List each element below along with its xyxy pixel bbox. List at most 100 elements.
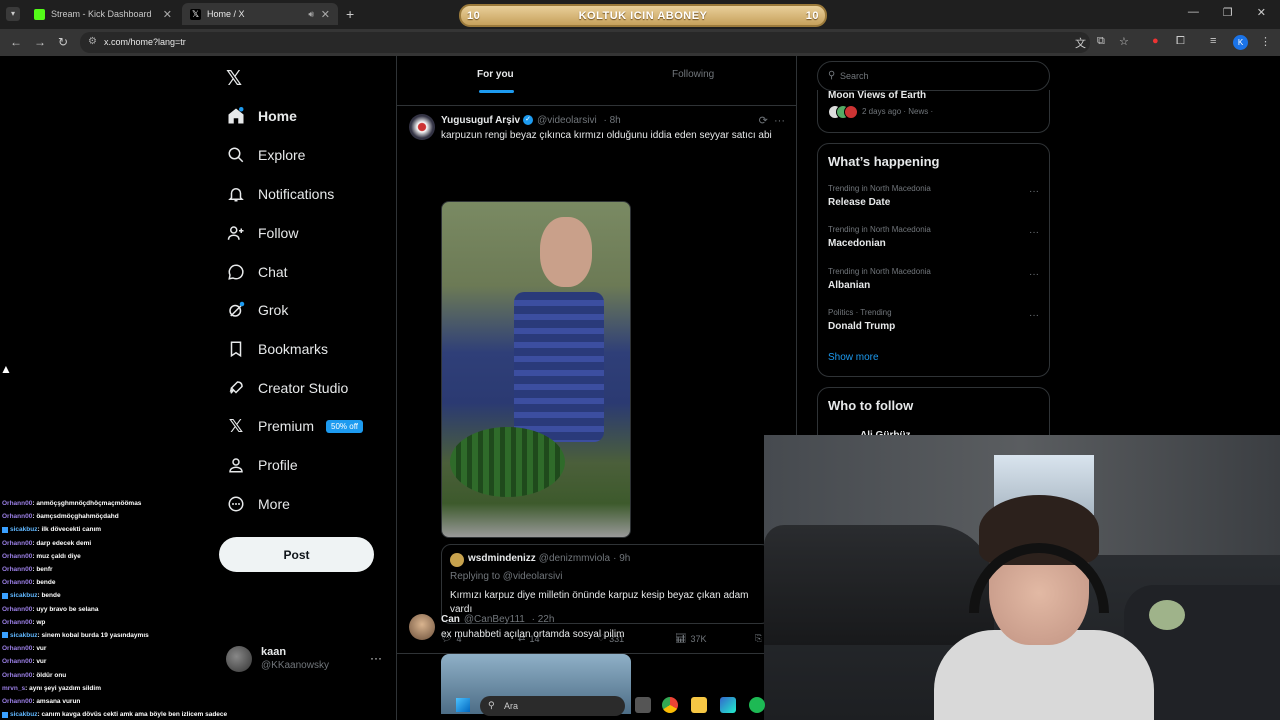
chat-message: sicakbuz: sinem kobal burda 19 yasındaym… (2, 629, 342, 642)
tab-following[interactable]: Following (672, 69, 714, 80)
grok-icon (226, 300, 246, 320)
kick-favicon-icon (34, 8, 45, 20)
tab-home-x[interactable]: 𝕏 Home / X 🔊︎ ✕ (182, 3, 338, 25)
show-more-link[interactable]: Show more (828, 352, 879, 363)
chat-username[interactable]: sicakbuz (10, 632, 37, 639)
chat-username[interactable]: Orhann00 (2, 606, 32, 613)
chat-username[interactable]: sicakbuz (10, 711, 37, 718)
chat-text: : vur (32, 645, 47, 653)
menu-icon[interactable]: ⋮ (1260, 35, 1271, 48)
trend-item[interactable]: Politics · Trending Donald Trump ··· (828, 308, 1041, 344)
tweet[interactable]: Yugusuguf Arşiv ✓ @videolarsivi · 8h ⟳ ···… (397, 106, 796, 654)
avatar[interactable] (409, 114, 435, 140)
chat-username[interactable]: Orhann00 (2, 658, 32, 665)
more-dots-icon[interactable]: ··· (1029, 186, 1039, 197)
address-bar[interactable]: ⚙ x.com/home?lang=tr (80, 32, 1090, 53)
nav-label: Profile (258, 457, 298, 473)
nav-notifications[interactable]: Notifications (226, 182, 334, 206)
x-logo-icon[interactable]: 𝕏 (226, 66, 242, 91)
quote-time: · 9h (613, 553, 631, 564)
chat-username[interactable]: Orhann00 (2, 619, 32, 626)
chat-username[interactable]: sicakbuz (10, 592, 37, 599)
more-dots-icon[interactable]: ··· (1029, 269, 1039, 280)
nav-creator-studio[interactable]: Creator Studio (226, 376, 348, 400)
tab-for-you[interactable]: For you (477, 69, 514, 80)
extension-icon[interactable]: ● (1152, 35, 1159, 47)
chat-text: : amsana vurun (32, 698, 81, 706)
edge-icon[interactable] (720, 697, 736, 713)
search-bar[interactable]: ⚲ (817, 61, 1050, 91)
bookmark-star-icon[interactable]: ☆ (1119, 35, 1129, 48)
home-icon (226, 106, 246, 126)
chrome-icon[interactable] (662, 697, 678, 713)
nav-label: Premium (258, 418, 315, 434)
spotify-icon[interactable] (749, 697, 765, 713)
nav-explore[interactable]: Explore (226, 143, 305, 167)
nav-premium[interactable]: 𝕏 Premium 50% off (226, 414, 363, 438)
site-info-icon[interactable]: ⚙ (88, 36, 97, 47)
chat-username[interactable]: mrvn_s (2, 685, 25, 692)
avatar[interactable] (409, 614, 435, 640)
more-dots-icon[interactable]: ··· (1029, 310, 1039, 321)
tweet-video[interactable] (441, 201, 631, 538)
speaker-icon[interactable]: 🔊︎ (308, 9, 314, 20)
media-icon[interactable]: ≡ (1210, 35, 1216, 47)
taskbar-search[interactable]: ⚲ Ara (480, 696, 625, 716)
close-tab-icon[interactable]: ✕ (163, 8, 172, 21)
file-explorer-icon[interactable] (691, 697, 707, 713)
chat-username[interactable]: Orhann00 (2, 645, 32, 652)
nav-home[interactable]: Home (226, 104, 297, 128)
nav-profile[interactable]: Profile (226, 453, 298, 477)
more-dots-icon[interactable]: ··· (370, 651, 382, 665)
window-controls: — ❐ ✕ (1188, 6, 1266, 19)
tweet-time: · 8h (603, 115, 621, 126)
chat-username[interactable]: sicakbuz (10, 526, 37, 533)
chat-username[interactable]: Orhann00 (2, 540, 32, 547)
tweet-author[interactable]: Yugusuguf Arşiv ✓ @videolarsivi · 8h (441, 115, 621, 126)
extensions-icon[interactable]: ⧠ (1176, 35, 1185, 48)
windows-start-icon[interactable] (456, 698, 470, 712)
reload-icon[interactable]: ↻ (58, 35, 68, 49)
install-icon[interactable]: ⧉ (1097, 35, 1105, 48)
more-dots-icon[interactable]: ··· (1029, 227, 1039, 238)
tab-kick-dashboard[interactable]: Stream - Kick Dashboard ✕ (26, 3, 180, 25)
chat-username[interactable]: Orhann00 (2, 566, 32, 573)
trend-item[interactable]: Trending in North Macedonia Release Date… (828, 184, 1041, 220)
tweet-author[interactable]: Can @CanBey111 · 22h (441, 614, 554, 625)
tweet-more-icon[interactable]: ⟳ ··· (759, 114, 785, 127)
nav-follow[interactable]: Follow (226, 221, 298, 245)
task-view-icon[interactable] (635, 697, 651, 713)
tab-list-button[interactable]: ▾ (6, 7, 20, 21)
close-window-icon[interactable]: ✕ (1257, 6, 1266, 19)
news-card[interactable]: Moon Views of Earth 2 days ago · News · (817, 90, 1050, 133)
video-shirt (514, 292, 604, 442)
chat-message: Orhann00: benfr (2, 563, 342, 576)
trend-context: Trending in North Macedonia (828, 184, 931, 193)
chat-message: mrvn_s: aynı şeyi yazdım sildim (2, 682, 342, 695)
back-icon[interactable]: ← (10, 35, 22, 49)
person-icon (226, 455, 246, 475)
webcam-couch (764, 525, 994, 645)
news-meta: 2 days ago · News · (862, 107, 934, 116)
chat-username[interactable]: Orhann00 (2, 500, 32, 507)
search-input[interactable] (840, 68, 1030, 84)
chat-username[interactable]: Orhann00 (2, 672, 32, 679)
chat-username[interactable]: Orhann00 (2, 553, 32, 560)
translate-icon[interactable]: 文 (1075, 35, 1086, 51)
nav-grok[interactable]: Grok (226, 298, 288, 322)
forward-icon[interactable]: → (34, 35, 46, 49)
close-tab-icon[interactable]: ✕ (321, 8, 330, 21)
chat-text: : bende (37, 592, 61, 600)
subscriber-badge-icon (2, 592, 8, 599)
trend-item[interactable]: Trending in North Macedonia Albanian ··· (828, 267, 1041, 303)
nav-bookmarks[interactable]: Bookmarks (226, 337, 328, 361)
chat-username[interactable]: Orhann00 (2, 698, 32, 705)
restore-icon[interactable]: ❐ (1223, 6, 1233, 19)
trend-item[interactable]: Trending in North Macedonia Macedonian ·… (828, 225, 1041, 261)
chat-username[interactable]: Orhann00 (2, 513, 32, 520)
nav-chat[interactable]: Chat (226, 260, 288, 284)
chat-username[interactable]: Orhann00 (2, 579, 32, 586)
minimize-icon[interactable]: — (1188, 6, 1199, 19)
profile-avatar[interactable]: K (1233, 35, 1248, 50)
new-tab-button[interactable]: + (346, 6, 354, 22)
